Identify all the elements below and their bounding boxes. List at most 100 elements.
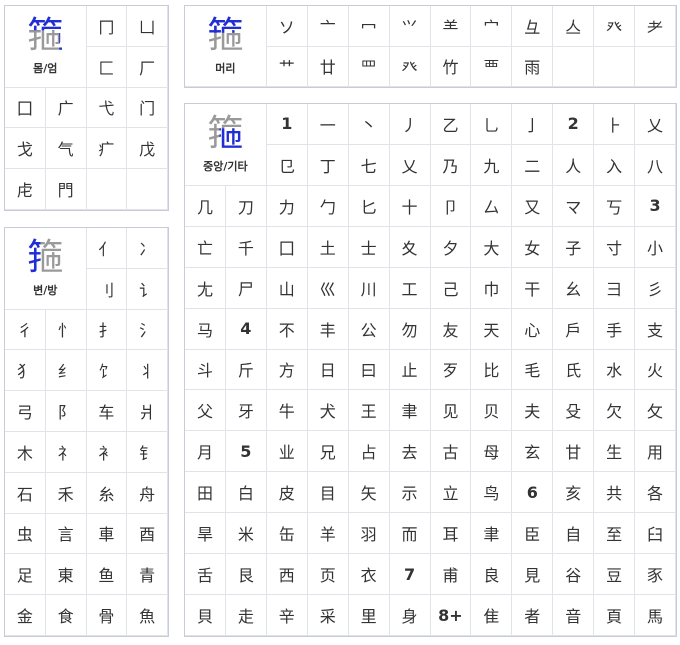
radical-cell[interactable]: 乂 bbox=[635, 104, 676, 145]
radical-cell[interactable]: 用 bbox=[635, 431, 676, 473]
radical-cell[interactable]: 亡 bbox=[185, 226, 226, 268]
radical-cell[interactable]: 囗 bbox=[266, 226, 308, 268]
radical-cell[interactable]: 斤 bbox=[225, 349, 267, 391]
radical-cell[interactable]: 刂 bbox=[86, 268, 128, 310]
radical-cell[interactable]: 豕 bbox=[635, 554, 676, 596]
radical-cell[interactable]: 鱼 bbox=[86, 554, 128, 596]
radical-cell[interactable]: 㔾 bbox=[266, 144, 308, 186]
radical-cell[interactable]: 目 bbox=[307, 472, 349, 514]
radical-cell[interactable]: 艮 bbox=[225, 554, 267, 596]
radical-cell[interactable]: 乙 bbox=[430, 104, 472, 145]
radical-cell[interactable]: 覀 bbox=[471, 46, 513, 87]
radical-cell[interactable]: 止 bbox=[389, 349, 431, 391]
radical-cell[interactable]: 匚 bbox=[86, 46, 128, 88]
radical-cell[interactable]: 七 bbox=[348, 144, 390, 186]
radical-cell[interactable]: 白 bbox=[225, 472, 267, 514]
radical-cell[interactable]: 贝 bbox=[471, 390, 513, 432]
radical-cell[interactable]: 阝 bbox=[45, 391, 87, 432]
radical-cell[interactable]: 衣 bbox=[348, 554, 390, 596]
radical-cell[interactable]: 氏 bbox=[553, 349, 595, 391]
radical-cell[interactable]: 隹 bbox=[471, 595, 513, 636]
radical-cell[interactable]: 干 bbox=[512, 267, 554, 309]
radical-cell[interactable]: 雨 bbox=[512, 46, 554, 87]
radical-cell[interactable]: 谷 bbox=[553, 554, 595, 596]
radical-cell[interactable]: 冂 bbox=[86, 6, 128, 47]
radical-cell[interactable]: 囗 bbox=[5, 87, 46, 129]
radical-cell[interactable]: 川 bbox=[348, 267, 390, 309]
radical-cell[interactable]: 宀 bbox=[471, 6, 513, 47]
radical-cell[interactable]: ⺍ bbox=[389, 6, 431, 47]
radical-cell[interactable]: 车 bbox=[86, 391, 128, 432]
radical-cell[interactable]: 艹 bbox=[266, 46, 308, 87]
radical-cell[interactable]: 西 bbox=[266, 554, 308, 596]
radical-cell[interactable]: 矢 bbox=[348, 472, 390, 514]
radical-cell[interactable]: 入 bbox=[594, 144, 636, 186]
radical-cell[interactable]: 不 bbox=[266, 308, 308, 350]
radical-cell[interactable]: 人 bbox=[553, 144, 595, 186]
radical-cell[interactable]: マ bbox=[553, 185, 595, 227]
radical-cell[interactable]: 匕 bbox=[348, 185, 390, 227]
radical-cell[interactable]: 良 bbox=[471, 554, 513, 596]
radical-cell[interactable]: 勿 bbox=[389, 308, 431, 350]
radical-cell[interactable]: 石 bbox=[5, 472, 46, 514]
radical-cell[interactable]: 业 bbox=[266, 431, 308, 473]
radical-cell[interactable]: 广 bbox=[45, 87, 87, 129]
radical-cell[interactable]: 亥 bbox=[553, 472, 595, 514]
radical-cell[interactable]: 歹 bbox=[430, 349, 472, 391]
radical-cell[interactable]: 己 bbox=[430, 267, 472, 309]
radical-cell[interactable]: 癶 bbox=[389, 46, 431, 87]
radical-cell[interactable]: 见 bbox=[430, 390, 472, 432]
radical-cell[interactable]: 父 bbox=[185, 390, 226, 432]
radical-cell[interactable]: 各 bbox=[635, 472, 676, 514]
radical-cell[interactable]: 日 bbox=[307, 349, 349, 391]
radical-cell[interactable]: 乚 bbox=[471, 104, 513, 145]
radical-cell[interactable]: 門 bbox=[45, 169, 87, 210]
radical-cell[interactable]: 又 bbox=[512, 185, 554, 227]
radical-cell[interactable]: 耳 bbox=[430, 513, 472, 555]
radical-cell[interactable]: 見 bbox=[512, 554, 554, 596]
radical-cell[interactable]: 巛 bbox=[307, 267, 349, 309]
radical-cell[interactable]: 夫 bbox=[512, 390, 554, 432]
radical-cell[interactable]: 门 bbox=[127, 87, 168, 129]
radical-cell[interactable]: 衤 bbox=[86, 431, 128, 473]
radical-cell[interactable]: 甘 bbox=[553, 431, 595, 473]
radical-cell[interactable]: 聿 bbox=[389, 390, 431, 432]
radical-cell[interactable]: 走 bbox=[225, 595, 267, 636]
radical-cell[interactable]: 水 bbox=[594, 349, 636, 391]
radical-cell[interactable]: 爿 bbox=[127, 391, 168, 432]
radical-cell[interactable]: 夊 bbox=[389, 226, 431, 268]
radical-cell[interactable]: ⺊ bbox=[594, 104, 636, 145]
radical-cell[interactable]: 廿 bbox=[307, 46, 349, 87]
radical-cell[interactable]: 疒 bbox=[86, 128, 128, 170]
radical-cell[interactable]: 比 bbox=[471, 349, 513, 391]
radical-cell[interactable]: 木 bbox=[5, 431, 46, 473]
radical-cell[interactable]: 心 bbox=[512, 308, 554, 350]
radical-cell[interactable]: 米 bbox=[225, 513, 267, 555]
radical-cell[interactable]: 禾 bbox=[45, 472, 87, 514]
radical-cell[interactable]: 饣 bbox=[86, 350, 128, 392]
radical-cell[interactable]: 扌 bbox=[86, 309, 128, 351]
radical-cell[interactable]: 丿 bbox=[389, 104, 431, 145]
radical-cell[interactable]: 鸟 bbox=[471, 472, 513, 514]
radical-cell[interactable]: 巾 bbox=[471, 267, 513, 309]
radical-cell[interactable]: 攵 bbox=[635, 390, 676, 432]
radical-cell[interactable]: 亠 bbox=[307, 6, 349, 47]
radical-cell[interactable]: 虍 bbox=[5, 169, 46, 210]
radical-cell[interactable]: 纟 bbox=[45, 350, 87, 392]
radical-cell[interactable]: 舟 bbox=[127, 472, 168, 514]
radical-cell[interactable]: 大 bbox=[471, 226, 513, 268]
radical-cell[interactable]: 聿 bbox=[471, 513, 513, 555]
radical-cell[interactable]: 頁 bbox=[594, 595, 636, 636]
radical-cell[interactable]: 斗 bbox=[185, 349, 226, 391]
radical-cell[interactable]: 女 bbox=[512, 226, 554, 268]
radical-cell[interactable]: 公 bbox=[348, 308, 390, 350]
radical-cell[interactable]: 忄 bbox=[45, 309, 87, 351]
radical-cell[interactable]: 丬 bbox=[127, 350, 168, 392]
radical-cell[interactable]: 夕 bbox=[430, 226, 472, 268]
radical-cell[interactable]: 馬 bbox=[635, 595, 676, 636]
radical-cell[interactable]: 千 bbox=[225, 226, 267, 268]
radical-cell[interactable]: 足 bbox=[5, 554, 46, 596]
radical-cell[interactable]: 毛 bbox=[512, 349, 554, 391]
radical-cell[interactable]: 乃 bbox=[430, 144, 472, 186]
radical-cell[interactable]: 旱 bbox=[185, 513, 226, 555]
